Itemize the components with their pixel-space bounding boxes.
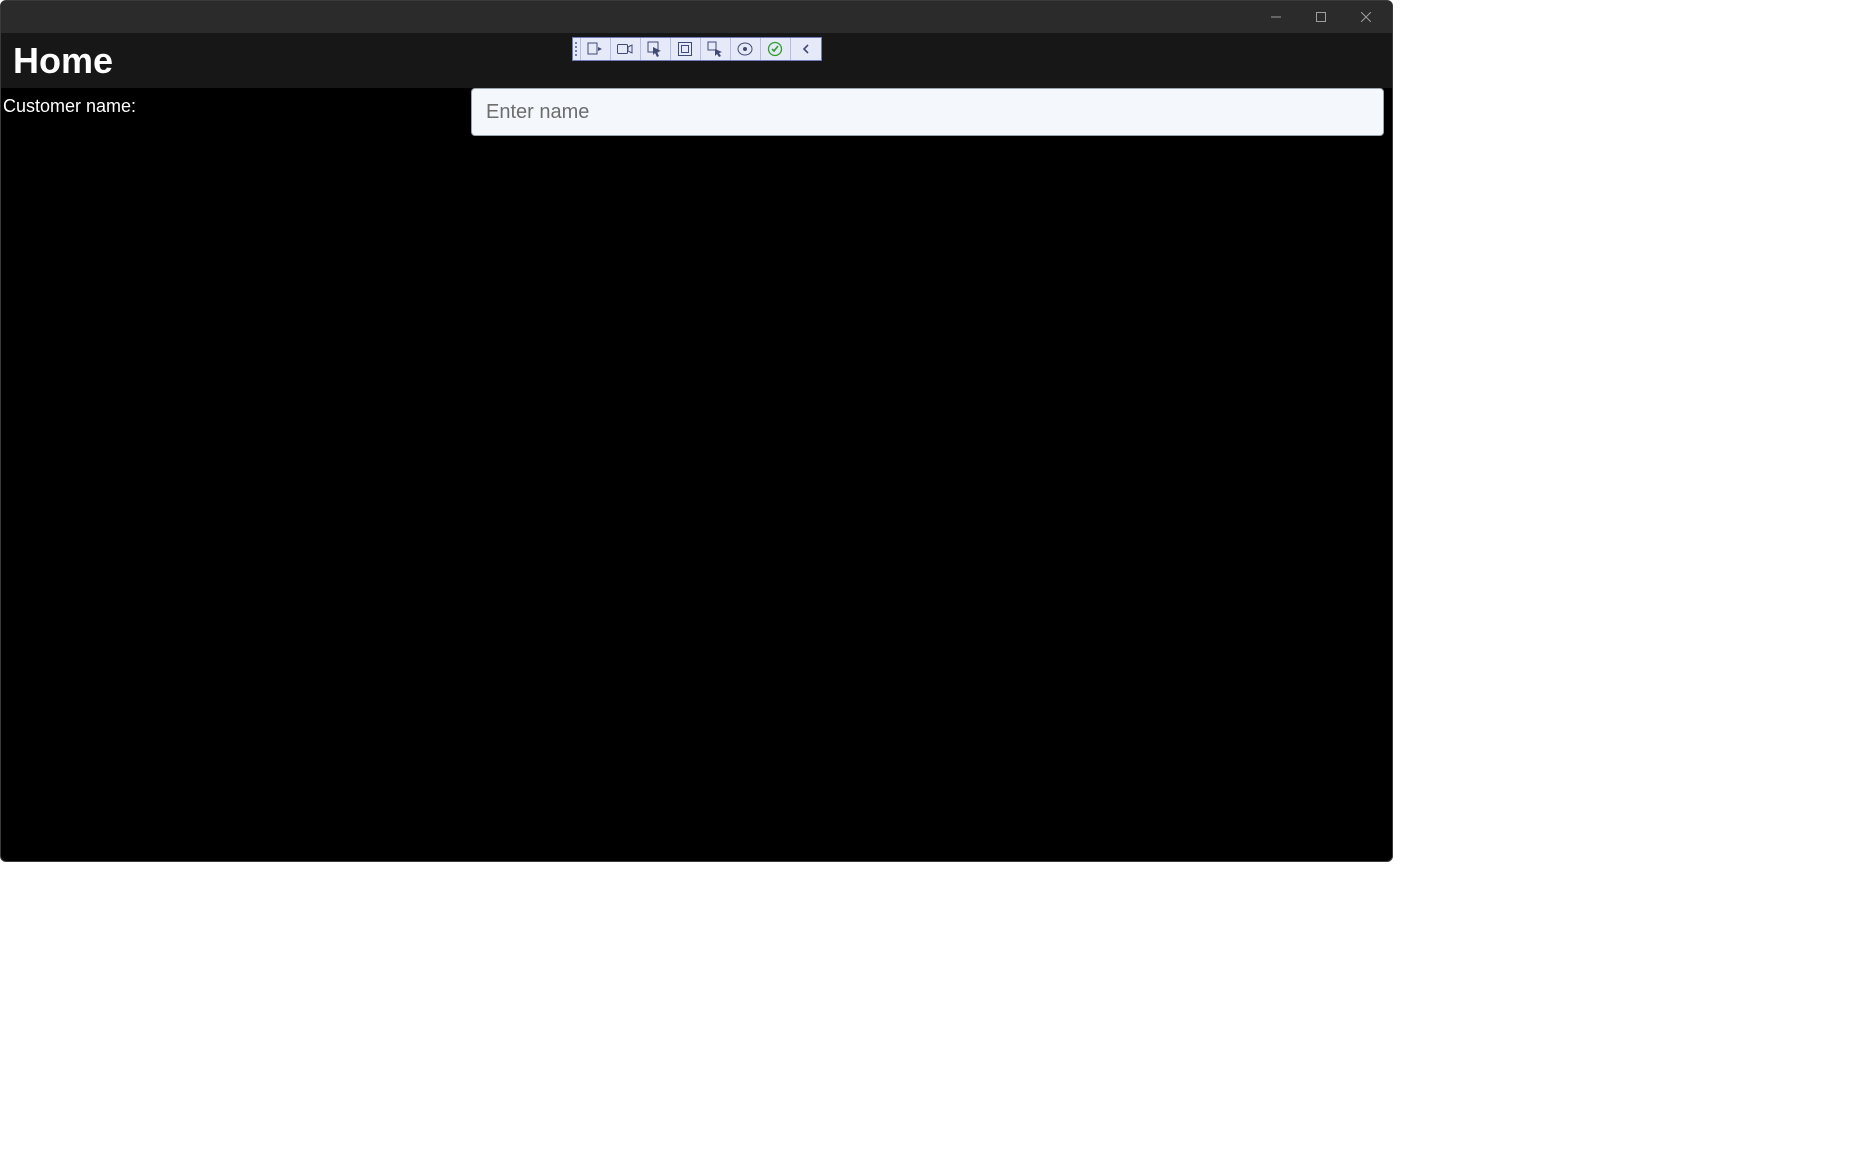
display-layout-button[interactable] [671,38,701,60]
customer-name-field-wrap [471,88,1392,136]
title-bar [1,1,1392,33]
minimize-button[interactable] [1253,3,1298,31]
close-button[interactable] [1343,3,1388,31]
live-visual-tree-button[interactable] [581,38,611,60]
page-title: Home [13,40,113,82]
hot-reload-status-icon[interactable] [761,38,791,60]
xaml-debug-toolbar[interactable] [572,37,822,61]
page-body: Customer name: [1,88,1392,136]
maximize-button[interactable] [1298,3,1343,31]
app-window: Home Customer name: [0,0,1393,862]
desktop-area: Home Customer name: [0,0,1850,1153]
toolbar-grip-icon[interactable] [573,38,581,60]
record-button[interactable] [611,38,641,60]
xaml-binding-button[interactable] [731,38,761,60]
customer-name-input[interactable] [471,88,1384,136]
collapse-toolbar-button[interactable] [791,38,821,60]
select-element-button[interactable] [641,38,671,60]
track-focus-button[interactable] [701,38,731,60]
customer-name-label: Customer name: [1,88,471,117]
customer-name-row: Customer name: [1,88,1392,136]
